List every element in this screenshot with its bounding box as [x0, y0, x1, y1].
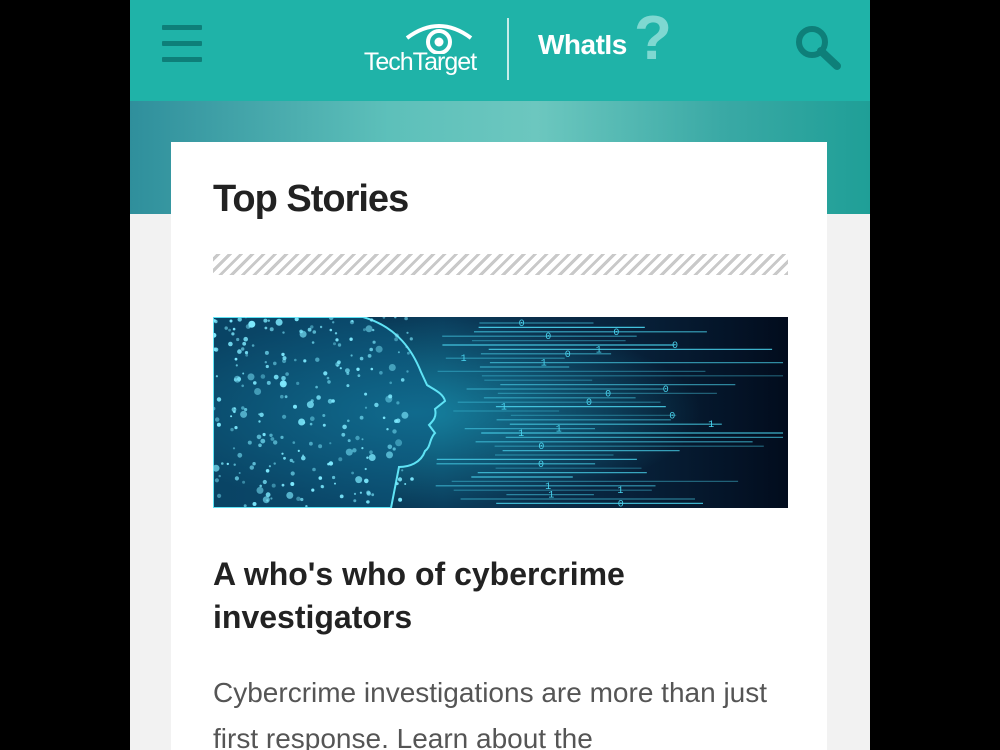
techtarget-logo[interactable]: TechTarget	[360, 16, 510, 86]
svg-text:0: 0	[538, 442, 544, 453]
phone-screen: TechTarget WhatIs ? Top Stories 0 0 0 0 …	[130, 0, 870, 750]
logo-divider	[507, 18, 509, 80]
story-title[interactable]: A who's who of cybercrime investigators	[213, 553, 788, 639]
svg-text:0: 0	[618, 499, 624, 508]
svg-text:1: 1	[548, 491, 554, 502]
svg-text:1: 1	[518, 429, 524, 440]
svg-text:0: 0	[545, 332, 551, 343]
top-navigation-bar: TechTarget WhatIs ?	[130, 0, 870, 101]
svg-text:0: 0	[672, 341, 678, 352]
site-name: WhatIs	[538, 29, 627, 60]
whatis-logo[interactable]: WhatIs ?	[538, 8, 678, 82]
svg-text:0: 0	[538, 460, 544, 471]
svg-text:1: 1	[461, 354, 467, 365]
hamburger-menu-icon[interactable]	[162, 25, 202, 65]
hatched-divider	[213, 254, 788, 275]
svg-text:0: 0	[663, 385, 669, 396]
svg-text:0: 0	[669, 411, 675, 422]
svg-text:1: 1	[708, 420, 714, 431]
svg-text:0: 0	[613, 328, 619, 339]
svg-text:1: 1	[541, 359, 547, 370]
top-stories-card: Top Stories 0 0 0 0 1 0 1 1 0 0 0 1 0 1 …	[171, 142, 827, 750]
svg-text:1: 1	[556, 425, 562, 436]
svg-text:1: 1	[501, 403, 507, 414]
section-title: Top Stories	[213, 178, 409, 220]
svg-text:0: 0	[565, 350, 571, 361]
svg-text:1: 1	[596, 345, 602, 356]
ai-head-circuit-illustration: 0000101 100010111001 110	[213, 317, 788, 508]
brand-name: TechTarget	[363, 48, 477, 76]
question-mark-icon: ?	[634, 4, 672, 73]
svg-text:0: 0	[519, 319, 525, 330]
svg-text:1: 1	[617, 486, 623, 497]
story-description: Cybercrime investigations are more than …	[213, 677, 768, 750]
search-icon[interactable]	[794, 24, 842, 72]
svg-text:0: 0	[586, 398, 592, 409]
svg-text:0: 0	[605, 389, 611, 400]
story-image[interactable]: 0000101100010111001110	[213, 317, 788, 508]
